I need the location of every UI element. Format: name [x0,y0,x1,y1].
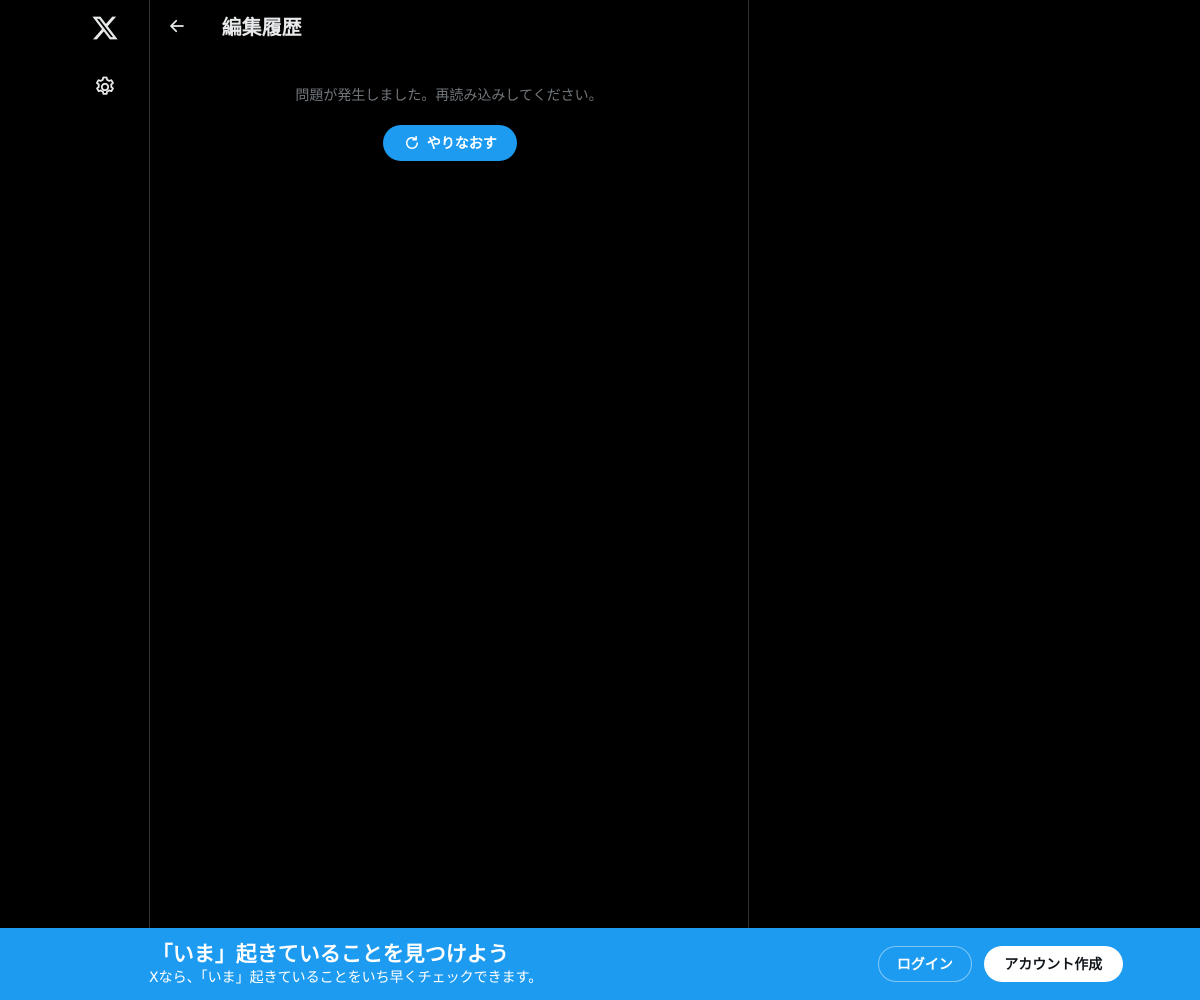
app-root: 編集履歴 問題が発生しました。再読み込みしてください。 やりなおす 「いま」起き… [0,0,1200,1000]
gear-icon[interactable] [83,65,127,109]
refresh-icon [406,135,418,149]
login-button[interactable]: ログイン [878,946,972,982]
x-logo-icon[interactable] [83,6,127,50]
error-message: 問題が発生しました。再読み込みしてください。 [295,88,603,104]
create-account-button[interactable]: アカウント作成 [984,946,1123,982]
page-title: 編集履歴 [222,15,302,39]
main-column: 編集履歴 問題が発生しました。再読み込みしてください。 やりなおす [149,0,749,1000]
gear-glyph [96,76,114,95]
back-button[interactable] [160,9,194,43]
arrow-left-icon [170,19,184,33]
left-nav [0,0,150,1000]
page-header: 編集履歴 [150,0,748,53]
x-logo-glyph [92,16,118,40]
banner-subtitle: Xなら、「いま」起きていることをいち早くチェックできます。 [149,970,543,986]
banner-title: 「いま」起きていることを見つけよう [152,942,509,966]
retry-button[interactable]: やりなおす [383,125,517,161]
retry-button-label: やりなおす [427,136,497,152]
